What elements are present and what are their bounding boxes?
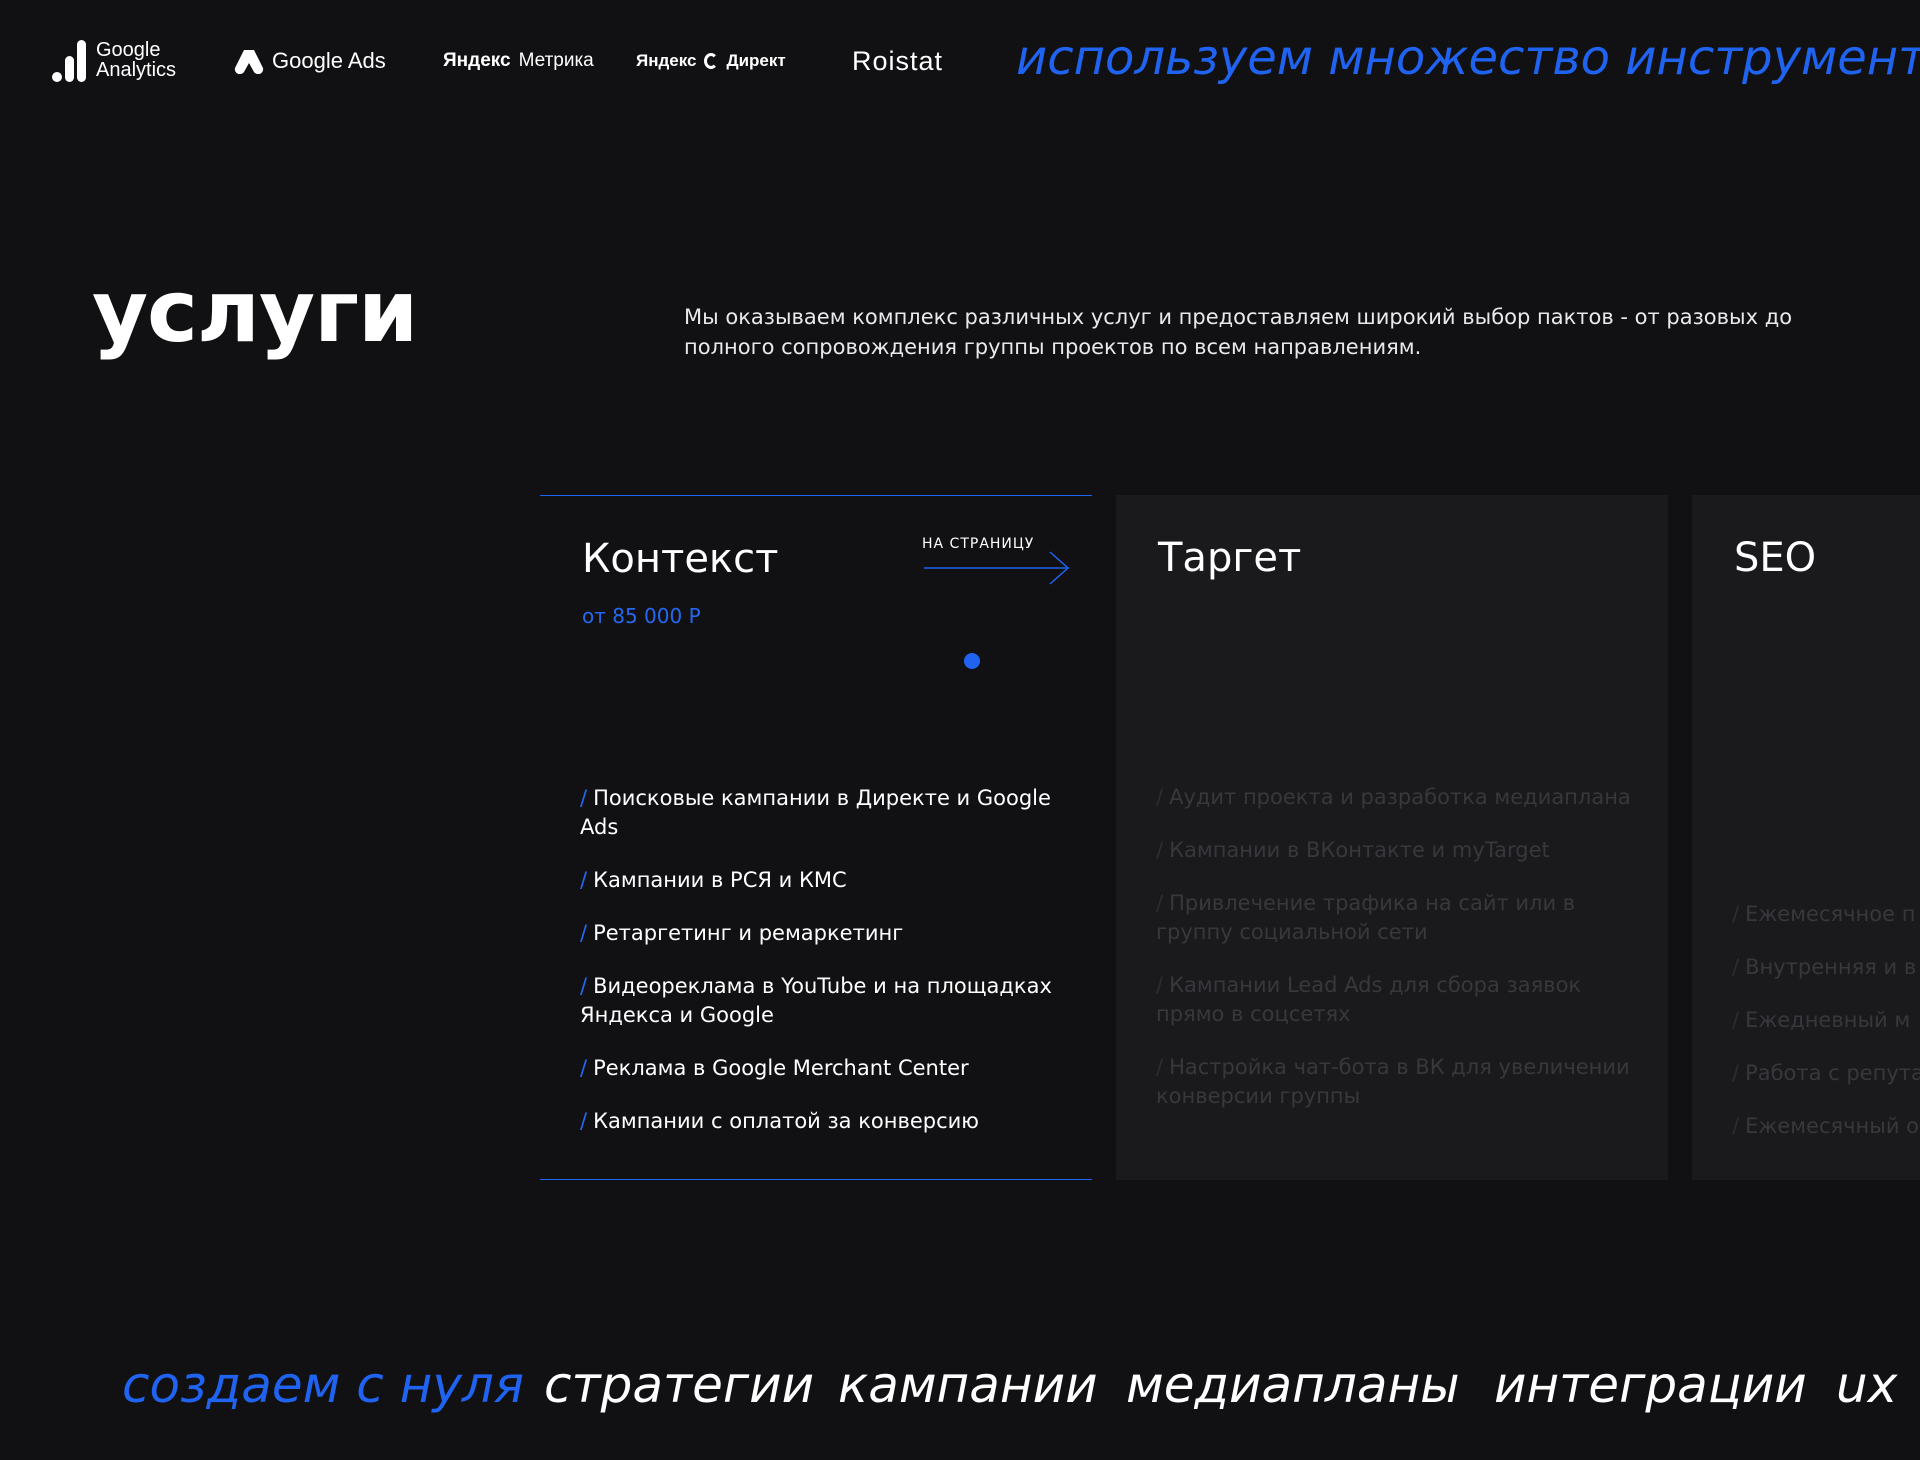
list-item: / Кампании в РСЯ и КМС — [580, 868, 847, 892]
yandex-metrika-product: Метрика — [518, 50, 594, 71]
arrow-right-icon — [924, 551, 1070, 585]
card-title: Таргет — [1158, 535, 1302, 581]
slash-bullet: / — [1156, 973, 1164, 997]
slash-bullet: / — [580, 786, 588, 810]
list-item: / Видеореклама в YouTube и на площадках Я… — [580, 974, 1052, 1027]
capabilities-ticker: создаем с нуля стратегии кампании медиап… — [0, 1356, 1920, 1436]
list-item: / Привлечение трафика на сайт или в групп… — [1156, 891, 1576, 944]
slash-bullet: / — [1732, 902, 1740, 926]
slash-bullet: / — [1156, 785, 1164, 809]
list-item: / Кампании с оплатой за конверсию — [580, 1109, 979, 1133]
service-card-seo[interactable]: SEO / Ежемесячное п / Внутренняя и в / Ежед… — [1692, 495, 1920, 1180]
slash-bullet: / — [580, 868, 588, 892]
slash-bullet: / — [1732, 1008, 1740, 1032]
google-ads-label: Google Ads — [272, 48, 386, 73]
roistat-logo: Roistat — [852, 46, 944, 76]
card-title: Контекст — [582, 536, 779, 582]
slash-bullet: / — [1156, 891, 1164, 915]
yandex-direct-logo: Яндекс Директ — [636, 51, 786, 71]
carousel-indicator-dot — [964, 653, 980, 669]
slash-bullet: / — [580, 1056, 588, 1080]
ticker-item: создаем с нуля — [122, 1356, 524, 1414]
slash-bullet: / — [1732, 1114, 1740, 1138]
yandex-direct-icon — [704, 53, 719, 69]
ticker-item: интеграции — [1494, 1356, 1807, 1414]
google-analytics-line1: Google — [96, 39, 161, 61]
yandex-direct-product: Директ — [726, 51, 786, 70]
slash-bullet: / — [1156, 1055, 1164, 1079]
list-item: / Настройка чат-бота в ВК для увеличении … — [1156, 1055, 1630, 1108]
slash-bullet: / — [580, 921, 588, 945]
yandex-metrika-brand: Яндекс — [443, 50, 511, 71]
yandex-direct-brand: Яндекс — [636, 51, 697, 70]
card-items-list: / Поисковые кампании в Директе и Google A… — [580, 784, 1070, 1160]
ticker-item: медиапланы — [1126, 1356, 1460, 1414]
list-item: / Кампании Lead Ads для сбора заявок прям… — [1156, 973, 1582, 1026]
service-card-context[interactable]: Контекст от 85 000 Р НА СТРАНИЦУ / Поиско… — [540, 495, 1092, 1180]
list-item: / Реклама в Google Merchant Center — [580, 1056, 969, 1080]
list-item: / Ежедневный м — [1732, 1008, 1911, 1032]
list-item: / Внутренняя и в — [1732, 955, 1917, 979]
list-item: / Ежемесячный о — [1732, 1114, 1920, 1138]
services-title: услуги — [92, 262, 418, 362]
list-item: / Работа с репута — [1732, 1061, 1920, 1085]
ticker-item: стратегии — [544, 1356, 815, 1414]
services-description: Мы оказываем комплекс различных услуг и … — [684, 305, 1793, 359]
card-title: SEO — [1734, 535, 1817, 581]
tools-strip: Google Analytics Google Ads Яндекс Метри… — [0, 0, 1920, 125]
slash-bullet: / — [1156, 838, 1164, 862]
list-item: / Ретаргетинг и ремаркетинг — [580, 921, 904, 945]
google-analytics-logo: Google Analytics — [52, 38, 176, 82]
slash-bullet: / — [1732, 955, 1740, 979]
service-card-target[interactable]: Таргет / Аудит проекта и разработка медиа… — [1116, 495, 1668, 1180]
services-carousel[interactable]: Контекст от 85 000 Р НА СТРАНИЦУ / Поиско… — [540, 495, 1920, 1180]
list-item: / Кампании в ВКонтакте и myTarget — [1156, 838, 1550, 862]
google-ads-logo: Google Ads — [234, 48, 386, 74]
card-items-list: / Ежемесячное п / Внутренняя и в / Ежедневн… — [1732, 900, 1920, 1165]
slash-bullet: / — [580, 974, 588, 998]
google-analytics-line2: Analytics — [96, 59, 177, 81]
list-item: / Ежемесячное п — [1732, 902, 1916, 926]
ticker-item: кампании — [838, 1356, 1098, 1414]
tools-tagline: используем множество инструментов — [1016, 30, 1920, 86]
slash-bullet: / — [580, 1109, 588, 1133]
list-item: / Поисковые кампании в Директе и Google A… — [580, 786, 1051, 839]
slash-bullet: / — [1732, 1061, 1740, 1085]
card-price: от 85 000 Р — [582, 604, 701, 628]
to-page-link[interactable]: НА СТРАНИЦУ — [922, 536, 1072, 586]
yandex-metrika-logo: Яндекс Метрика — [443, 50, 594, 72]
google-analytics-icon — [52, 38, 88, 82]
google-ads-icon — [234, 50, 264, 74]
card-items-list: / Аудит проекта и разработка медиаплана /… — [1156, 783, 1646, 1135]
ticker-item: ux — [1836, 1356, 1898, 1414]
list-item: / Аудит проекта и разработка медиаплана — [1156, 785, 1631, 809]
